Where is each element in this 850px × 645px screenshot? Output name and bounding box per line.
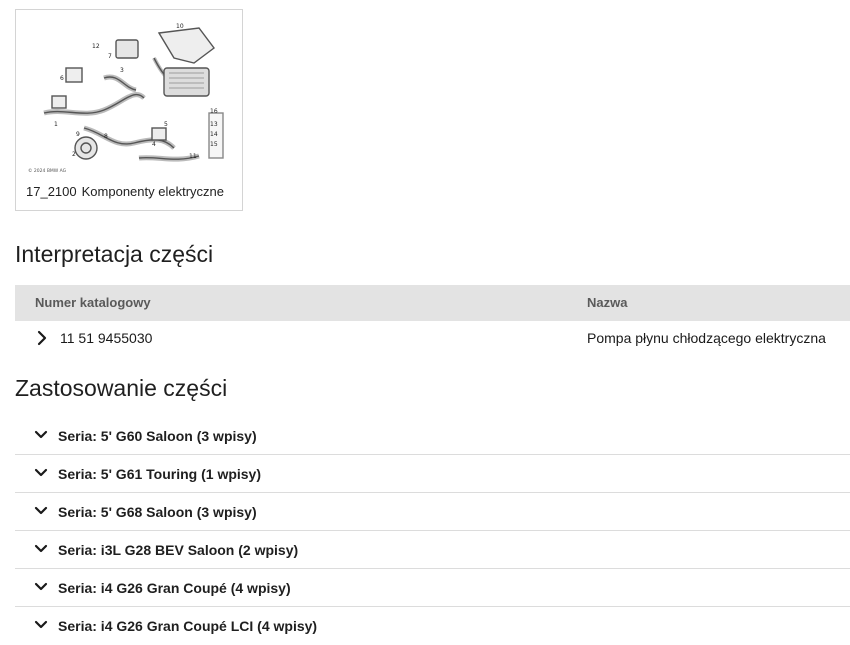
series-accordion-item[interactable]: Seria: i4 G26 Gran Coupé LCI (4 wpisy): [15, 607, 850, 645]
column-header-number: Numer katalogowy: [35, 295, 151, 310]
interpretation-heading: Interpretacja części: [15, 241, 214, 267]
svg-text:14: 14: [210, 131, 218, 138]
svg-text:7: 7: [108, 53, 112, 60]
part-name: Pompa płynu chłodzącego elektryczna: [587, 330, 826, 346]
svg-text:10: 10: [176, 23, 184, 30]
chevron-down-icon[interactable]: [34, 581, 48, 593]
series-label: Seria: 5' G60 Saloon (3 wpisy): [58, 428, 257, 444]
usage-heading: Zastosowanie części: [15, 375, 228, 401]
chevron-down-icon[interactable]: [34, 619, 48, 631]
series-accordion-item[interactable]: Seria: 5' G60 Saloon (3 wpisy): [15, 417, 850, 455]
series-accordion-item[interactable]: Seria: 5' G68 Saloon (3 wpisy): [15, 493, 850, 531]
svg-text:2: 2: [72, 151, 76, 158]
series-label: Seria: i4 G26 Gran Coupé (4 wpisy): [58, 580, 291, 596]
svg-text:12: 12: [92, 43, 100, 50]
svg-text:11: 11: [189, 153, 197, 160]
chevron-right-icon[interactable]: [35, 330, 49, 346]
svg-text:15: 15: [210, 141, 218, 148]
chevron-down-icon[interactable]: [34, 505, 48, 517]
chevron-down-icon[interactable]: [34, 429, 48, 441]
series-label: Seria: i3L G28 BEV Saloon (2 wpisy): [58, 542, 299, 558]
parts-table-row[interactable]: 11 51 9455030 Pompa płynu chłodzącego el…: [15, 321, 850, 355]
diagram-code: 17_2100: [26, 184, 77, 199]
series-label: Seria: 5' G61 Touring (1 wpisy): [58, 466, 262, 482]
series-label: Seria: i4 G26 Gran Coupé LCI (4 wpisy): [58, 618, 318, 634]
part-number: 11 51 9455030: [60, 330, 153, 346]
diagram-caption: 17_2100 Komponenty elektryczne: [26, 184, 224, 199]
series-accordion-list: Seria: 5' G60 Saloon (3 wpisy) Seria: 5'…: [15, 417, 850, 645]
svg-text:9: 9: [76, 131, 80, 138]
chevron-down-icon[interactable]: [34, 543, 48, 555]
svg-text:4: 4: [152, 141, 156, 148]
series-label: Seria: 5' G68 Saloon (3 wpisy): [58, 504, 257, 520]
column-header-name: Nazwa: [587, 295, 628, 310]
parts-table-header: Numer katalogowy Nazwa: [15, 285, 850, 321]
svg-text:8: 8: [104, 133, 108, 140]
diagram-copyright: © 2024 BMW AG: [28, 167, 67, 174]
svg-text:3: 3: [120, 67, 124, 74]
series-accordion-item[interactable]: Seria: i4 G26 Gran Coupé (4 wpisy): [15, 569, 850, 607]
chevron-down-icon[interactable]: [34, 467, 48, 479]
series-accordion-item[interactable]: Seria: i3L G28 BEV Saloon (2 wpisy): [15, 531, 850, 569]
svg-text:16: 16: [210, 108, 218, 115]
diagram-title: Komponenty elektryczne: [81, 184, 224, 199]
series-accordion-item[interactable]: Seria: 5' G61 Touring (1 wpisy): [15, 455, 850, 493]
svg-text:5: 5: [164, 121, 168, 128]
svg-text:1: 1: [54, 121, 58, 128]
svg-text:6: 6: [60, 75, 64, 82]
parts-diagram-image: 10 12 7 3 6 16 13 14 15 5 1 9 2 11 4 8 ©…: [28, 23, 224, 174]
svg-text:13: 13: [210, 121, 218, 128]
diagram-thumbnail-card[interactable]: 10 12 7 3 6 16 13 14 15 5 1 9 2 11 4 8 ©…: [15, 9, 243, 211]
